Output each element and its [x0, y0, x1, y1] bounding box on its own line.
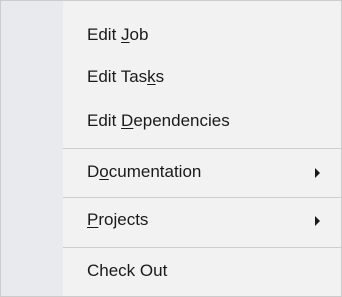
menu-item-label: Documentation	[87, 162, 202, 181]
context-menu: Edit Job Edit Tasks Edit Dependencies Do…	[0, 0, 342, 297]
menu-item-check-out[interactable]: Check Out	[63, 251, 341, 291]
menu-item-label: Check Out	[87, 261, 168, 280]
menu-item-label: Edit Tasks	[87, 67, 165, 86]
menu-icon-gutter	[1, 1, 63, 296]
menu-item-projects[interactable]: Projects	[63, 200, 341, 240]
menu-separator	[63, 247, 341, 248]
menu-separator	[63, 148, 341, 149]
menu-item-label: Edit Dependencies	[87, 111, 230, 130]
menu-item-documentation[interactable]: Documentation	[63, 152, 341, 192]
chevron-right-icon	[315, 168, 320, 178]
menu-item-label: Projects	[87, 210, 149, 229]
menu-item-edit-job[interactable]: Edit Job	[63, 15, 341, 55]
chevron-right-icon	[315, 216, 320, 226]
menu-item-label: Edit Job	[87, 25, 149, 44]
menu-item-edit-dependencies[interactable]: Edit Dependencies	[63, 101, 341, 141]
menu-item-edit-tasks[interactable]: Edit Tasks	[63, 57, 341, 97]
menu-separator	[63, 197, 341, 198]
